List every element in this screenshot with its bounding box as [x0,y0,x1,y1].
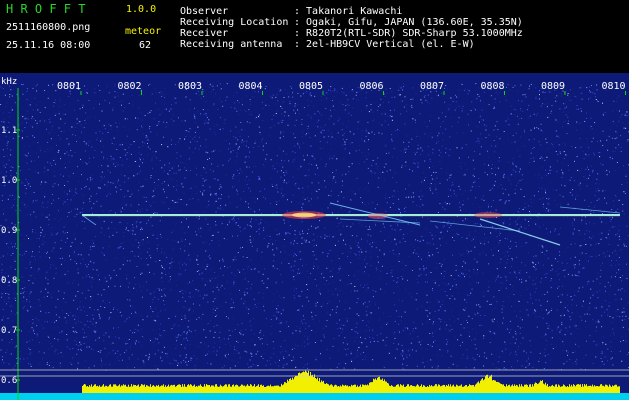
file-name: 2511160800.png [6,22,91,33]
meteor-burst-core [292,212,316,218]
x-tick-label: 0807 [420,81,444,92]
x-tick-label: 0801 [57,81,81,92]
app-name: H R O F F T [6,2,86,16]
x-tick-label: 0804 [239,81,263,92]
antenna-label: Receiving antenna [180,39,283,50]
x-tick-label: 0808 [481,81,505,92]
x-tick-label: 0805 [299,81,323,92]
x-tick-label: 0806 [360,81,384,92]
x-tick-label: 0810 [602,81,626,92]
y-tick-label: 1.1 [1,126,17,136]
y-tick-label: 0.9 [1,226,17,236]
y-unit-label: kHz [1,77,17,87]
meteor-burst-0808 [474,212,502,218]
y-tick-label: 0.6 [1,376,17,386]
header-panel: H R O F F T 1.0.0 2511160800.png meteor … [0,0,629,73]
x-tick-label: 0802 [118,81,142,92]
floor-bar [0,393,629,400]
x-tick-label: 0803 [178,81,202,92]
meteor-count: 62 [139,40,152,51]
x-tick-label: 0809 [541,81,565,92]
spectrogram-plot: kHz 1.1 1.0 0.9 0.8 0.7 0.6 0801 0802 0803 0804 0… [0,73,629,400]
antenna-value: : 2el-HB9CV Vertical (el. E-W) [294,39,475,50]
y-tick-label: 1.0 [1,176,17,186]
app-version: 1.0.0 [126,4,157,15]
meteor-label: meteor [125,26,162,37]
y-tick-label: 0.7 [1,326,17,336]
y-tick-label: 0.8 [1,276,17,286]
timestamp: 25.11.16 08:00 [6,40,91,51]
